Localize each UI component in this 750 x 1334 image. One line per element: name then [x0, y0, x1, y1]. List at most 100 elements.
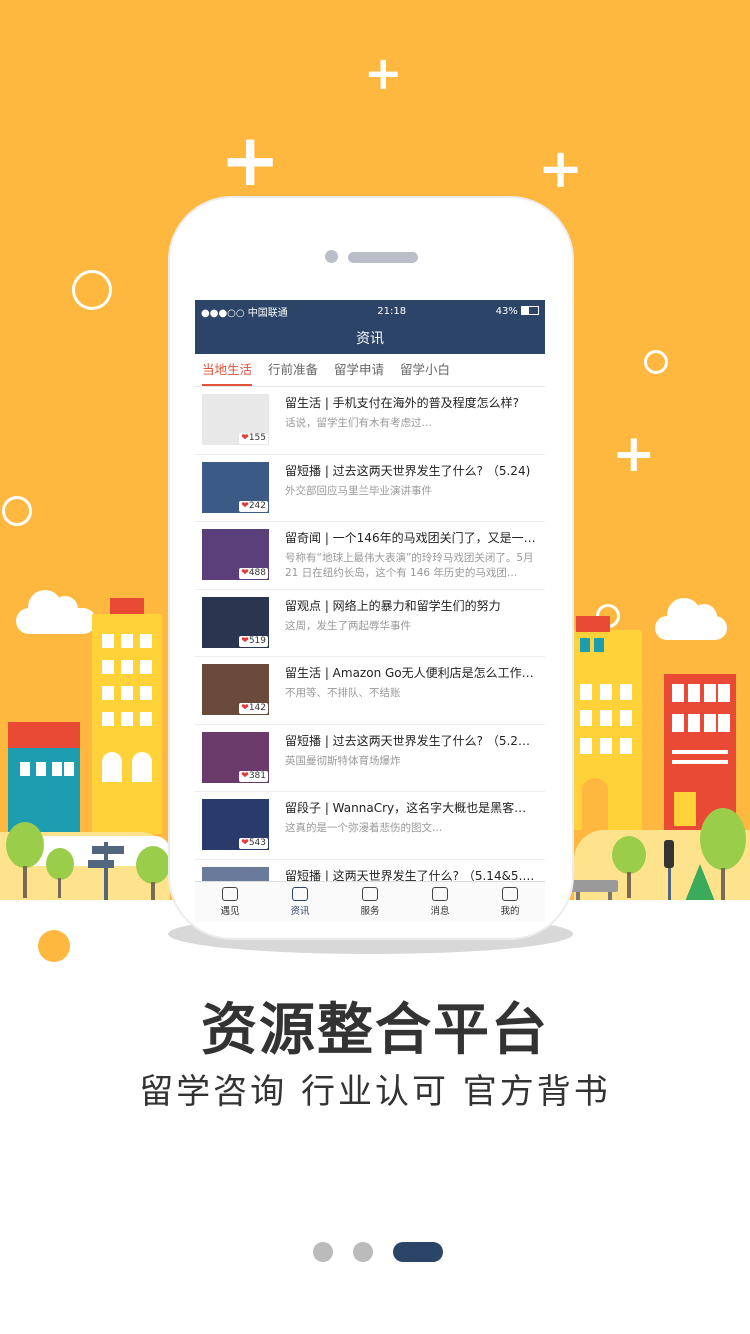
tabbar-label: 服务: [360, 906, 380, 917]
like-count-badge: ❤242: [239, 500, 268, 512]
heart-icon: ❤: [241, 433, 249, 443]
page-dot[interactable]: [393, 1242, 443, 1262]
heart-icon: ❤: [241, 703, 249, 713]
headline: 资源整合平台: [201, 998, 549, 1063]
tree-icon: [46, 848, 74, 898]
bench-illustration: [576, 892, 580, 900]
tab-beginner[interactable]: 留学小白: [400, 354, 450, 386]
article-title: 留短播 | 过去这两天世界发生了什么? （5.20…: [285, 733, 537, 748]
list-item[interactable]: ❤155 留生活 | 手机支付在海外的普及程度怎么样? 话说，留学生们有木有考虑过…: [195, 387, 545, 455]
carrier-label: ●●●○○ 中国联通: [201, 307, 288, 319]
battery-label: 43%: [496, 306, 539, 317]
tabbar-item[interactable]: 遇见: [195, 882, 265, 922]
article-thumbnail: ❤142: [202, 664, 269, 715]
article-title: 留奇闻 | 一个146年的马戏团关门了，又是一…: [285, 531, 536, 545]
tabbar-item[interactable]: 资讯: [265, 882, 335, 922]
phone-speaker-icon: [348, 252, 418, 263]
cloud-icon: [655, 598, 727, 640]
like-count-badge: ❤155: [239, 433, 268, 444]
app-screen: ●●●○○ 中国联通 21:18 43% 资讯 当地生活 行前准备 留学申请 留…: [195, 300, 545, 922]
battery-percent: 43%: [495, 305, 518, 317]
article-list: ❤155 留生活 | 手机支付在海外的普及程度怎么样? 话说，留学生们有木有考虑过……: [195, 387, 545, 922]
heart-icon: ❤: [241, 770, 249, 781]
article-summary: 号称有“地球上最伟大表演”的玲玲马戏团关闭了。5月 21 日在纽约长岛，这个有 …: [285, 552, 534, 579]
tabbar-item[interactable]: 我的: [475, 882, 545, 922]
flower-icon: [362, 887, 378, 901]
plus-decoration-icon: +: [538, 137, 584, 200]
article-summary: 这周，发生了两起辱华事件: [285, 619, 411, 632]
article-thumbnail: ❤488: [202, 529, 269, 580]
like-count: 142: [248, 703, 266, 713]
article-summary: 不用等、不排队、不结账: [285, 687, 401, 699]
signpost-illustration: [88, 860, 114, 868]
plus-decoration-icon: +: [220, 118, 281, 202]
tree-icon: [6, 822, 46, 898]
traffic-light-illustration: [664, 840, 674, 868]
like-count: 242: [248, 500, 266, 511]
heart-icon: ❤: [241, 500, 249, 511]
bottom-tab-bar: 遇见 资讯 服务 消息 我的: [195, 881, 545, 922]
circle-decoration-icon: [72, 270, 112, 310]
heart-icon: ❤: [241, 838, 249, 848]
subheadline: 留学咨询 行业认可 官方背书: [139, 1072, 611, 1112]
article-thumbnail: ❤519: [202, 596, 269, 648]
battery-icon: [521, 306, 539, 315]
list-item[interactable]: ❤142 留生活 | Amazon Go无人便利店是怎么工作… 不用等、不排队、不结…: [195, 657, 545, 725]
building-illustration: [570, 616, 642, 830]
page-dot[interactable]: [313, 1242, 333, 1262]
article-title: 留生活 | 手机支付在海外的普及程度怎么样?: [285, 396, 520, 410]
list-item[interactable]: ❤242 留短播 | 过去这两天世界发生了什么? （5.24) 外交部回应马里兰毕业…: [195, 455, 545, 522]
like-count-badge: ❤381: [239, 770, 268, 782]
list-item[interactable]: ❤543 留段子 | WannaCry，这名字大概也是黑客组… 这真的是一个弥漫着悲…: [195, 792, 545, 860]
article-thumbnail: ❤155: [202, 394, 269, 445]
message-icon: [432, 887, 448, 901]
tabbar-item[interactable]: 消息: [405, 882, 475, 922]
tabbar-label: 消息: [430, 906, 450, 917]
circle-decoration-icon: [2, 496, 32, 526]
list-item[interactable]: ❤381 留短播 | 过去这两天世界发生了什么? （5.20… 英国曼彻斯特体育场爆…: [195, 725, 545, 792]
like-count: 155: [248, 433, 266, 443]
tab-local-life[interactable]: 当地生活: [202, 354, 253, 386]
page-title: 资讯: [356, 331, 384, 347]
circle-decoration-icon: [644, 350, 668, 374]
page-indicator: [313, 1242, 443, 1262]
heart-icon: ❤: [241, 635, 249, 646]
tabbar-label: 我的: [500, 906, 520, 917]
article-title: 留观点 | 网络上的暴力和留学生们的努力: [285, 598, 501, 613]
article-summary: 这真的是一个弥漫着悲伤的图文…: [285, 822, 443, 834]
tree-icon: [136, 846, 170, 900]
phone-camera-icon: [325, 250, 338, 263]
traffic-light-illustration: [668, 868, 671, 900]
list-item[interactable]: ❤519 留观点 | 网络上的暴力和留学生们的努力 这周，发生了两起辱华事件: [195, 590, 545, 657]
tab-application[interactable]: 留学申请: [334, 354, 384, 386]
tabbar-item[interactable]: 服务: [335, 882, 405, 922]
like-count: 519: [248, 635, 266, 646]
tab-trip-prep[interactable]: 行前准备: [268, 354, 318, 386]
phone-frame: ●●●○○ 中国联通 21:18 43% 资讯 当地生活 行前准备 留学申请 留…: [170, 198, 572, 938]
like-count: 543: [248, 838, 266, 848]
like-count: 488: [248, 568, 266, 578]
building-illustration: [92, 598, 162, 834]
list-item[interactable]: ❤488 留奇闻 | 一个146年的马戏团关门了，又是一… 号称有“地球上最伟大表演…: [195, 522, 545, 590]
cloud-icon: [16, 590, 96, 634]
plus-decoration-icon: +: [364, 46, 403, 100]
article-title: 留段子 | WannaCry，这名字大概也是黑客组…: [285, 801, 537, 815]
article-thumbnail: ❤242: [202, 461, 269, 513]
category-tabs: 当地生活 行前准备 留学申请 留学小白: [195, 354, 545, 387]
bench-illustration: [570, 880, 618, 892]
profile-icon: [502, 887, 518, 901]
like-count-badge: ❤519: [239, 635, 268, 647]
tabbar-label: 资讯: [290, 906, 310, 917]
clock-label: 21:18: [377, 305, 407, 317]
article-summary: 话说，留学生们有木有考虑过…: [285, 417, 432, 429]
page-dot[interactable]: [353, 1242, 373, 1262]
heart-icon: ❤: [241, 568, 249, 578]
like-count-badge: ❤488: [239, 568, 268, 579]
like-count-badge: ❤142: [239, 703, 268, 714]
pine-tree-icon: [684, 864, 716, 900]
building-illustration: [8, 722, 80, 832]
bench-illustration: [608, 892, 612, 900]
news-icon: [292, 887, 308, 901]
article-title: 留生活 | Amazon Go无人便利店是怎么工作…: [285, 666, 534, 680]
article-summary: 英国曼彻斯特体育场爆炸: [285, 754, 401, 767]
